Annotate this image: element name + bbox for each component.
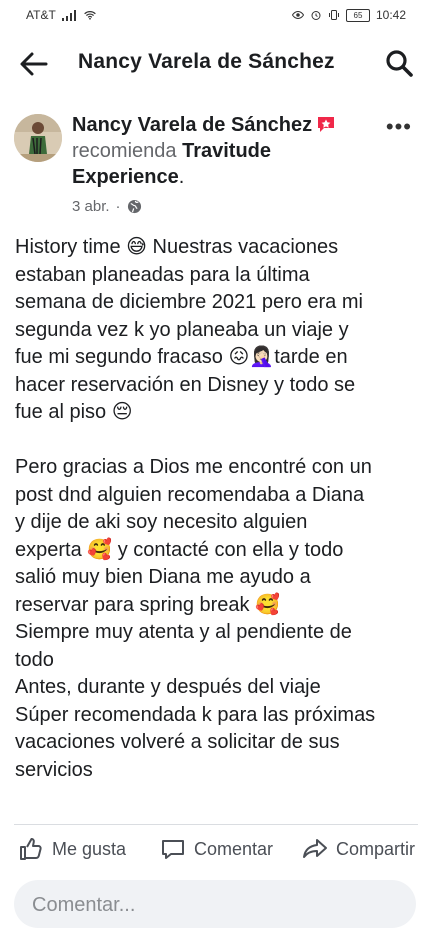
status-bar: AT&T 65 10:42 xyxy=(0,0,432,30)
arrow-left-icon[interactable] xyxy=(18,48,50,80)
post-line: Siempre muy atenta y al pendiente de xyxy=(15,621,352,643)
share-label: Compartir xyxy=(336,838,416,859)
post-actions: Me gusta Comentar Compartir xyxy=(0,832,432,872)
post-line: Pero gracias a Dios me encontré con un xyxy=(15,456,372,478)
alarm-icon xyxy=(311,11,321,20)
clock: 10:42 xyxy=(375,8,406,22)
recommends-label: recomienda xyxy=(72,140,177,162)
actions-divider xyxy=(14,824,418,825)
page-title: Nancy Varela de Sánchez xyxy=(78,50,335,73)
post-line: servicios xyxy=(15,758,93,781)
post-body: History time 😅 Nuestras vacaciones estab… xyxy=(15,234,419,784)
post-line: vacaciones volveré a solicitar de sus xyxy=(15,731,340,753)
post-line: salió muy bien Diana me ayudo a xyxy=(15,566,311,588)
post-line: fue mi segundo fracaso 😖🤦🏻‍♀️tarde en xyxy=(15,346,348,368)
comment-input[interactable] xyxy=(30,880,394,930)
carrier-label: AT&T xyxy=(26,8,56,22)
like-label: Me gusta xyxy=(52,838,127,859)
avatar[interactable] xyxy=(14,114,62,162)
eye-icon xyxy=(291,10,304,20)
more-options-button[interactable]: ••• xyxy=(386,116,412,138)
post-line: History time 😅 Nuestras vacaciones xyxy=(15,236,339,258)
comment-label: Comentar xyxy=(194,838,274,859)
post-date[interactable]: 3 abr. xyxy=(72,198,110,215)
globe-icon xyxy=(127,199,141,214)
post-line: Súper recomendada k para las próximas xyxy=(15,703,376,726)
post-line: semana de diciembre 2021 pero era mi xyxy=(15,291,363,313)
comment-icon xyxy=(162,840,184,859)
post-line: fue al piso 😔 xyxy=(15,401,133,423)
comment-button[interactable]: Comentar xyxy=(160,836,273,862)
thumbs-up-icon xyxy=(20,837,42,860)
meta-separator: · xyxy=(115,198,121,215)
comment-box xyxy=(14,880,416,930)
like-button[interactable]: Me gusta xyxy=(18,836,126,862)
post-line: todo xyxy=(15,648,54,671)
battery-level: 65 xyxy=(353,10,363,20)
post-line: y dije de aki soy necesito alguien xyxy=(15,511,308,533)
top-app-bar: Nancy Varela de Sánchez xyxy=(0,30,432,96)
signal-icon xyxy=(61,9,78,21)
search-icon[interactable] xyxy=(384,48,414,78)
author-name[interactable]: Nancy Varela de Sánchez xyxy=(72,114,312,136)
post-header: Nancy Varela de Sánchez recomienda Travi… xyxy=(0,112,432,222)
share-button[interactable]: Compartir xyxy=(302,836,415,862)
share-arrow-icon xyxy=(303,839,327,858)
post-headline: Nancy Varela de Sánchez recomienda Travi… xyxy=(72,112,372,190)
wifi-icon xyxy=(84,11,96,20)
post-line: Antes, durante y después del viaje xyxy=(15,676,321,698)
recommendation-badge-icon xyxy=(318,117,335,132)
post-line: estaban planeadas para la última xyxy=(15,263,310,286)
vibrate-icon xyxy=(328,10,339,20)
post-line: segunda vez k yo planeaba un viaje y xyxy=(15,318,349,341)
post-meta: 3 abr. · xyxy=(72,198,142,215)
post-line: hacer reservación en Disney y todo se xyxy=(15,373,356,396)
post-line: reservar para spring break 🥰 xyxy=(15,593,281,616)
battery-icon: 65 xyxy=(345,8,370,22)
post-line: post dnd alguien recomendaba a Diana xyxy=(15,483,365,506)
post-line: experta 🥰 y contacté con ella y todo xyxy=(15,538,344,561)
